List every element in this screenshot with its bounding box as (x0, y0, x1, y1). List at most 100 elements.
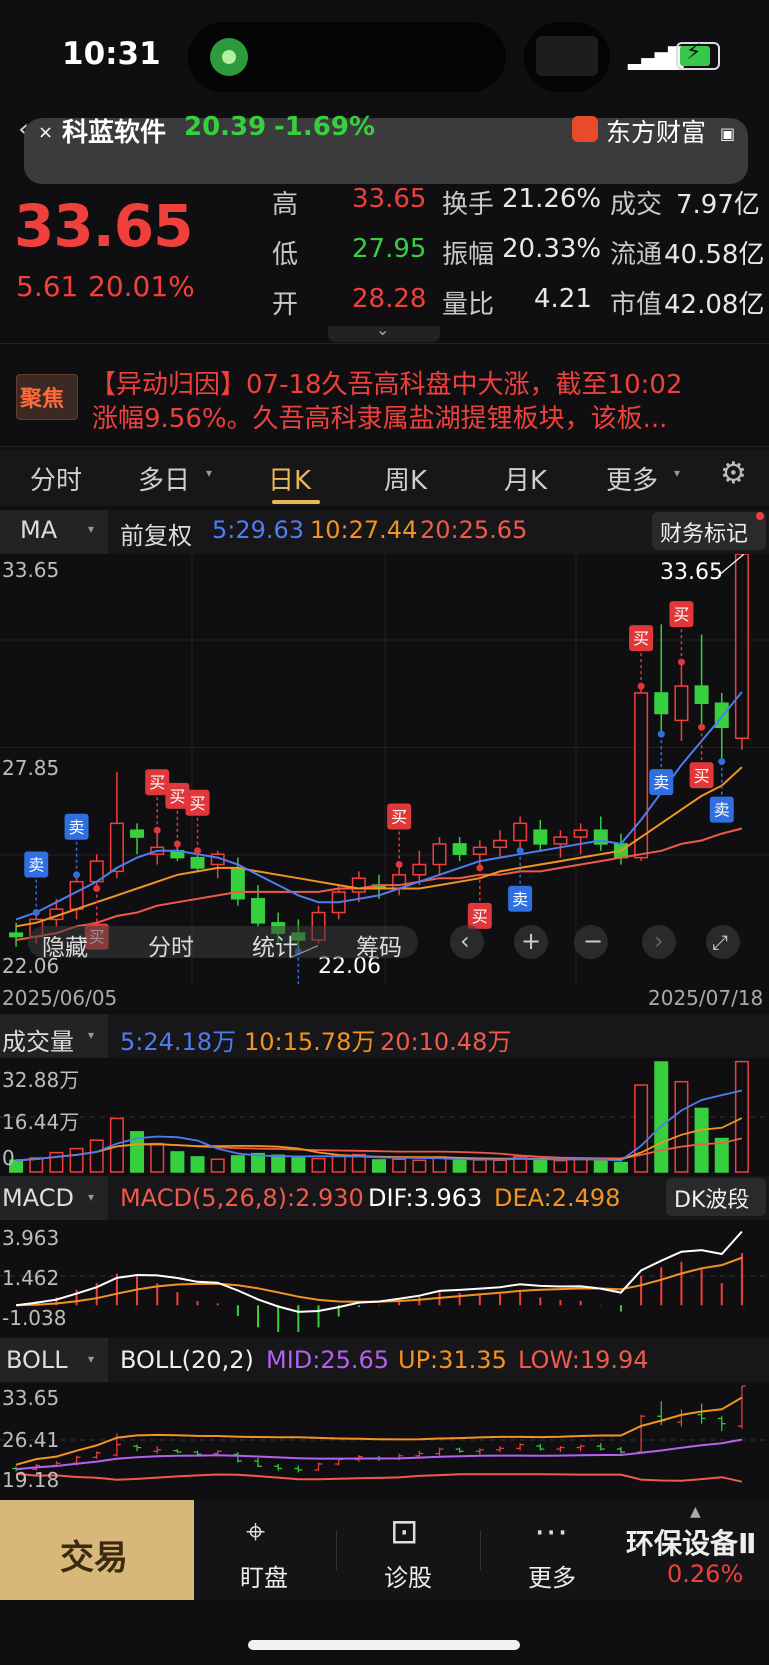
diagnose-label[interactable]: 诊股 (384, 1558, 432, 1593)
dif-value: DIF:3.963 (368, 1184, 483, 1212)
buy-signal-label: 买 (633, 629, 649, 648)
dropdown-icon: ▾ (88, 1190, 95, 1204)
ma-chip-label[interactable]: MA (20, 516, 57, 544)
tab-monthly-k[interactable]: 月K (504, 460, 547, 497)
macd-y-top: 3.963 (2, 1226, 60, 1250)
candle-body (452, 843, 467, 855)
watch-label[interactable]: 盯盘 (240, 1558, 288, 1593)
macd-value: MACD(5,26,8):2.930 (120, 1184, 364, 1212)
volume-chart[interactable] (0, 1058, 769, 1174)
vol-ratio-value: 4.21 (534, 284, 592, 314)
float-cap-label: 流通 (610, 240, 663, 270)
plus-icon[interactable]: + (521, 927, 541, 955)
buy-signal-label: 买 (149, 773, 165, 792)
banner-close-icon[interactable]: × (38, 122, 53, 143)
trade-label[interactable]: 交易 (60, 1530, 128, 1579)
float-cap-value: 40.58亿 (664, 240, 765, 270)
more-label[interactable]: 更多 (528, 1558, 576, 1593)
minus-icon[interactable]: − (583, 927, 603, 955)
candle-body (533, 829, 548, 845)
volume-chip-label[interactable]: 成交量 (2, 1022, 74, 1057)
tab-intraday[interactable]: 分时 (30, 460, 82, 497)
vol-ma10: 10:15.78万 (244, 1028, 376, 1056)
tab-daily-k[interactable]: 日K (268, 460, 311, 497)
candle-body (412, 863, 427, 876)
vol-ma5: 5:24.18万 (120, 1028, 237, 1056)
boll-chip-label[interactable]: BOLL (6, 1346, 68, 1374)
sector-name[interactable]: 环保设备Ⅱ (626, 1522, 756, 1562)
focus-news-line1[interactable]: 【异动归因】07-18久吾高科盘中大涨，截至10:02 (90, 364, 682, 401)
amplitude-value: 20.33% (502, 234, 602, 264)
live-activity-icon-inner (222, 50, 236, 64)
macd-chip-label[interactable]: MACD (2, 1184, 74, 1212)
candle-body (109, 822, 124, 873)
volume-bar (674, 1080, 689, 1173)
intraday-toggle[interactable]: 分时 (148, 928, 194, 962)
chevron-down-icon[interactable]: ⌄ (376, 320, 389, 339)
more-icon[interactable]: ⋯ (534, 1512, 568, 1552)
stats-toggle[interactable]: 统计 (252, 928, 298, 962)
volume-bar (89, 1139, 104, 1173)
tab-weekly-k[interactable]: 周K (384, 460, 427, 497)
volume-bar (392, 1158, 407, 1173)
vol-y-top: 32.88万 (2, 1068, 80, 1092)
tab-more[interactable]: 更多 (606, 460, 658, 497)
sector-change: 0.26% (667, 1560, 744, 1588)
signal-dot (153, 826, 161, 834)
kline-chart[interactable]: 卖卖买买买买卖买买卖买卖买买卖 (0, 554, 769, 984)
signal-dot (677, 658, 685, 666)
signal-dot (718, 758, 726, 766)
volume-bar (49, 1151, 64, 1173)
pip-icon[interactable]: ▣ (720, 124, 735, 143)
chevron-left-icon[interactable]: ‹ (460, 927, 470, 955)
amplitude-label: 振幅 (442, 240, 495, 270)
signal-dot (73, 871, 81, 879)
focus-news-line2[interactable]: 涨幅9.56%。久吾高科隶属盐湖提锂板块，该板... (92, 398, 667, 435)
low-value: 27.95 (352, 234, 427, 264)
signal-dot (93, 885, 101, 893)
candle-body (130, 829, 145, 838)
volume-bar (150, 1142, 165, 1173)
signal-dot (657, 730, 665, 738)
vol-y-bottom: 0 (2, 1146, 15, 1170)
dropdown-icon: ▾ (674, 466, 681, 480)
live-activity-preview (536, 36, 598, 76)
volume-bar (734, 1060, 749, 1173)
banner-brand: 东方财富 (606, 118, 707, 147)
boll-low: LOW:19.94 (518, 1346, 649, 1374)
chips-toggle[interactable]: 筹码 (356, 928, 402, 962)
volume-bar (331, 1155, 346, 1173)
market-cap-value: 42.08亿 (664, 290, 765, 320)
boll-chart[interactable] (0, 1382, 769, 1498)
ma10-value: 10:27.44 (310, 516, 418, 544)
candle-body (553, 836, 568, 845)
turnover-label: 换手 (442, 190, 495, 220)
dea-line (16, 1256, 743, 1307)
dk-band-label[interactable]: DK波段 (674, 1182, 749, 1214)
candle-body (513, 822, 528, 842)
kline-y-top: 33.65 (2, 558, 60, 582)
fullscreen-icon[interactable]: ⤢ (712, 930, 728, 954)
gear-icon[interactable]: ⚙ (720, 456, 747, 491)
expand-up-icon[interactable]: ▲ (690, 1504, 701, 1520)
volume-bar (694, 1107, 709, 1173)
adjust-mode[interactable]: 前复权 (120, 516, 192, 551)
candle-body (251, 898, 266, 924)
crosshair-icon[interactable]: ⌖ (246, 1512, 265, 1552)
chevron-right-icon[interactable]: › (654, 927, 664, 955)
macd-chart[interactable] (0, 1220, 769, 1332)
chart-diagnose-icon[interactable]: ⊡ (390, 1512, 419, 1552)
volume-bar (291, 1157, 306, 1173)
vol-ratio-label: 量比 (442, 290, 495, 320)
finance-mark-label[interactable]: 财务标记 (660, 516, 748, 548)
hide-toggle[interactable]: 隐藏 (42, 928, 88, 962)
candle-body (472, 846, 487, 855)
kline-y-mid: 27.85 (2, 756, 60, 780)
home-indicator[interactable] (248, 1640, 520, 1650)
tab-multi-day[interactable]: 多日 (138, 460, 190, 497)
sell-signal-label: 卖 (69, 818, 85, 837)
buy-signal-label: 买 (169, 787, 185, 806)
notification-dot (756, 512, 764, 520)
signal-dot (32, 909, 40, 917)
amount-label: 成交 (610, 190, 663, 220)
